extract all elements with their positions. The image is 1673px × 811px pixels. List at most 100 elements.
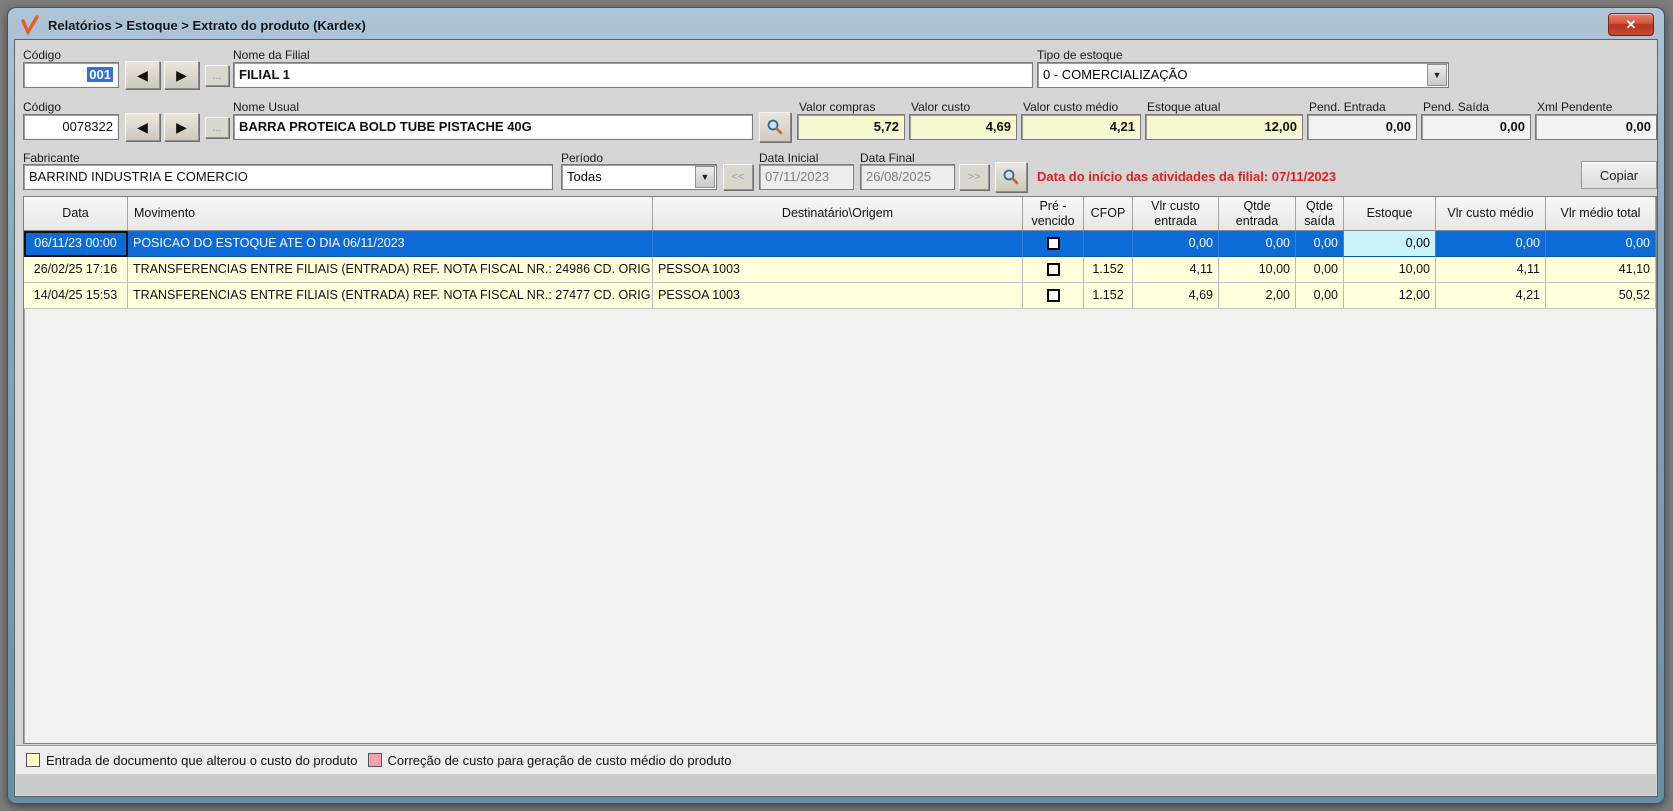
filial-prev-button[interactable]: ◀ [125,61,160,89]
cell-movimento[interactable]: POSICAO DO ESTOQUE ATE O DIA 06/11/2023 [128,231,653,257]
cell-qtde-entrada[interactable]: 10,00 [1219,257,1296,283]
chevron-down-icon[interactable]: ▼ [695,166,715,188]
cell-pre-vencido[interactable] [1023,283,1084,309]
cell-vlr-custo-medio[interactable]: 4,11 [1436,257,1546,283]
close-button[interactable]: ✕ [1608,13,1654,36]
cell-cfop[interactable] [1084,231,1133,257]
cell-estoque[interactable]: 12,00 [1344,283,1436,309]
pre-vencido-checkbox[interactable] [1046,289,1060,302]
table-row[interactable]: 14/04/25 15:53 TRANSFERENCIAS ENTRE FILI… [24,283,1656,309]
cell-movimento[interactable]: TRANSFERENCIAS ENTRE FILIAIS (ENTRADA) R… [128,283,653,309]
col-header-estoque[interactable]: Estoque [1344,197,1436,231]
col-header-cfop[interactable]: CFOP [1084,197,1133,231]
table-row[interactable]: 06/11/23 00:00 POSICAO DO ESTOQUE ATE O … [24,231,1656,257]
produto-nome-label: Nome Usual [233,100,300,114]
data-final-input[interactable]: 26/08/2025 [860,164,955,190]
tipo-estoque-select[interactable]: 0 - COMERCIALIZAÇÃO ▼ [1037,62,1449,88]
col-header-qtde-entrada[interactable]: Qtde entrada [1219,197,1296,231]
cell-vlr-custo-medio[interactable]: 0,00 [1436,231,1546,257]
cell-destinatario[interactable]: PESSOA 1003 [653,257,1023,283]
cell-data[interactable]: 06/11/23 00:00 [24,231,128,257]
produto-search-button[interactable] [759,112,791,142]
cell-estoque[interactable]: 10,00 [1344,257,1436,283]
periodo-select[interactable]: Todas ▼ [561,164,717,190]
cell-qtde-saida[interactable]: 0,00 [1296,283,1344,309]
app-window: Relatórios > Estoque > Extrato do produt… [8,8,1664,803]
col-header-vlr-medio-total[interactable]: Vlr médio total [1546,197,1656,231]
cell-vlr-medio-total[interactable]: 50,52 [1546,283,1656,309]
filial-codigo-input[interactable]: 001 [23,62,119,88]
title-bar[interactable]: Relatórios > Estoque > Extrato do produt… [14,11,1658,39]
cell-qtde-entrada[interactable]: 0,00 [1219,231,1296,257]
xml-pendente-field: 0,00 [1535,114,1657,140]
tipo-estoque-label: Tipo de estoque [1037,48,1123,62]
cell-vlr-custo-entrada[interactable]: 0,00 [1133,231,1219,257]
cell-pre-vencido[interactable] [1023,257,1084,283]
valor-compras-field: 5,72 [797,114,905,140]
col-header-pre-vencido[interactable]: Pré - vencido [1023,197,1084,231]
filial-nome-input[interactable]: FILIAL 1 [233,62,1033,88]
legend-correcao-label: Correção de custo para geração de custo … [387,752,732,768]
search-icon [767,119,783,135]
filial-codigo-value: 001 [87,67,113,82]
search-icon [1003,169,1019,185]
copiar-button[interactable]: Copiar [1581,161,1657,189]
fabricante-input[interactable]: BARRIND INDUSTRIA E COMERCIO [23,164,553,190]
filial-codigo-label: Código [23,48,62,62]
cell-vlr-medio-total[interactable]: 0,00 [1546,231,1656,257]
cell-qtde-saida[interactable]: 0,00 [1296,257,1344,283]
arrow-left-icon: ◀ [137,66,148,83]
chevron-down-icon[interactable]: ▼ [1427,64,1447,86]
pre-vencido-checkbox[interactable] [1046,263,1060,276]
status-strip [16,774,1656,795]
data-final-label: Data Final [860,151,915,165]
cell-vlr-custo-entrada[interactable]: 4,11 [1133,257,1219,283]
cell-cfop[interactable]: 1.152 [1084,283,1133,309]
cell-movimento[interactable]: TRANSFERENCIAS ENTRE FILIAIS (ENTRADA) R… [128,257,653,283]
cell-pre-vencido[interactable] [1023,231,1084,257]
col-header-vlr-custo-entrada[interactable]: Vlr custo entrada [1133,197,1219,231]
cell-qtde-entrada[interactable]: 2,00 [1219,283,1296,309]
ellipsis-icon: ... [212,121,222,134]
col-header-destinatario[interactable]: Destinatário\Origem [653,197,1023,231]
filtro-search-button[interactable] [995,162,1027,192]
cell-qtde-saida[interactable]: 0,00 [1296,231,1344,257]
col-header-movimento[interactable]: Movimento [128,197,653,231]
col-header-data[interactable]: Data [24,197,128,231]
window-title: Relatórios > Estoque > Extrato do produt… [48,17,366,33]
valor-custo-medio-field: 4,21 [1021,114,1141,140]
cell-destinatario[interactable] [653,231,1023,257]
pre-vencido-checkbox[interactable] [1046,237,1060,250]
cell-vlr-custo-medio[interactable]: 4,21 [1436,283,1546,309]
cell-data[interactable]: 14/04/25 15:53 [24,283,128,309]
fabricante-label: Fabricante [23,151,80,165]
cell-cfop[interactable]: 1.152 [1084,257,1133,283]
produto-prev-button[interactable]: ◀ [125,113,160,141]
cell-estoque[interactable]: 0,00 [1344,231,1436,257]
cell-vlr-custo-entrada[interactable]: 4,69 [1133,283,1219,309]
ellipsis-icon: ... [212,69,222,82]
arrow-left-icon: ◀ [137,118,148,135]
col-header-vlr-custo-medio[interactable]: Vlr custo médio [1436,197,1546,231]
periodo-prev-button[interactable]: << [723,164,753,190]
filial-lookup-button[interactable]: ... [205,65,229,86]
xml-pendente-label: Xml Pendente [1537,100,1613,114]
window-body: Código 001 ◀ ▶ ... Nome da Filial FILIAL… [14,39,1658,797]
table-row[interactable]: 26/02/25 17:16 TRANSFERENCIAS ENTRE FILI… [24,257,1656,283]
periodo-next-button[interactable]: >> [959,164,989,190]
produto-nome-input[interactable]: BARRA PROTEICA BOLD TUBE PISTACHE 40G [233,114,753,140]
cell-vlr-medio-total[interactable]: 41,10 [1546,257,1656,283]
produto-next-button[interactable]: ▶ [164,113,199,141]
valor-custo-label: Valor custo [911,100,971,114]
filial-next-button[interactable]: ▶ [164,61,199,89]
legend-pink-swatch [367,753,382,767]
col-header-qtde-saida[interactable]: Qtde saída [1296,197,1344,231]
cell-data[interactable]: 26/02/25 17:16 [24,257,128,283]
cell-destinatario[interactable]: PESSOA 1003 [653,283,1023,309]
produto-codigo-input[interactable]: 0078322 [23,114,119,140]
produto-lookup-button[interactable]: ... [205,117,229,138]
double-chevron-right-icon: >> [967,171,981,183]
legend-item-correcao: Correção de custo para geração de custo … [367,752,732,768]
data-inicial-label: Data Inicial [759,151,819,165]
data-inicial-input[interactable]: 07/11/2023 [759,164,854,190]
